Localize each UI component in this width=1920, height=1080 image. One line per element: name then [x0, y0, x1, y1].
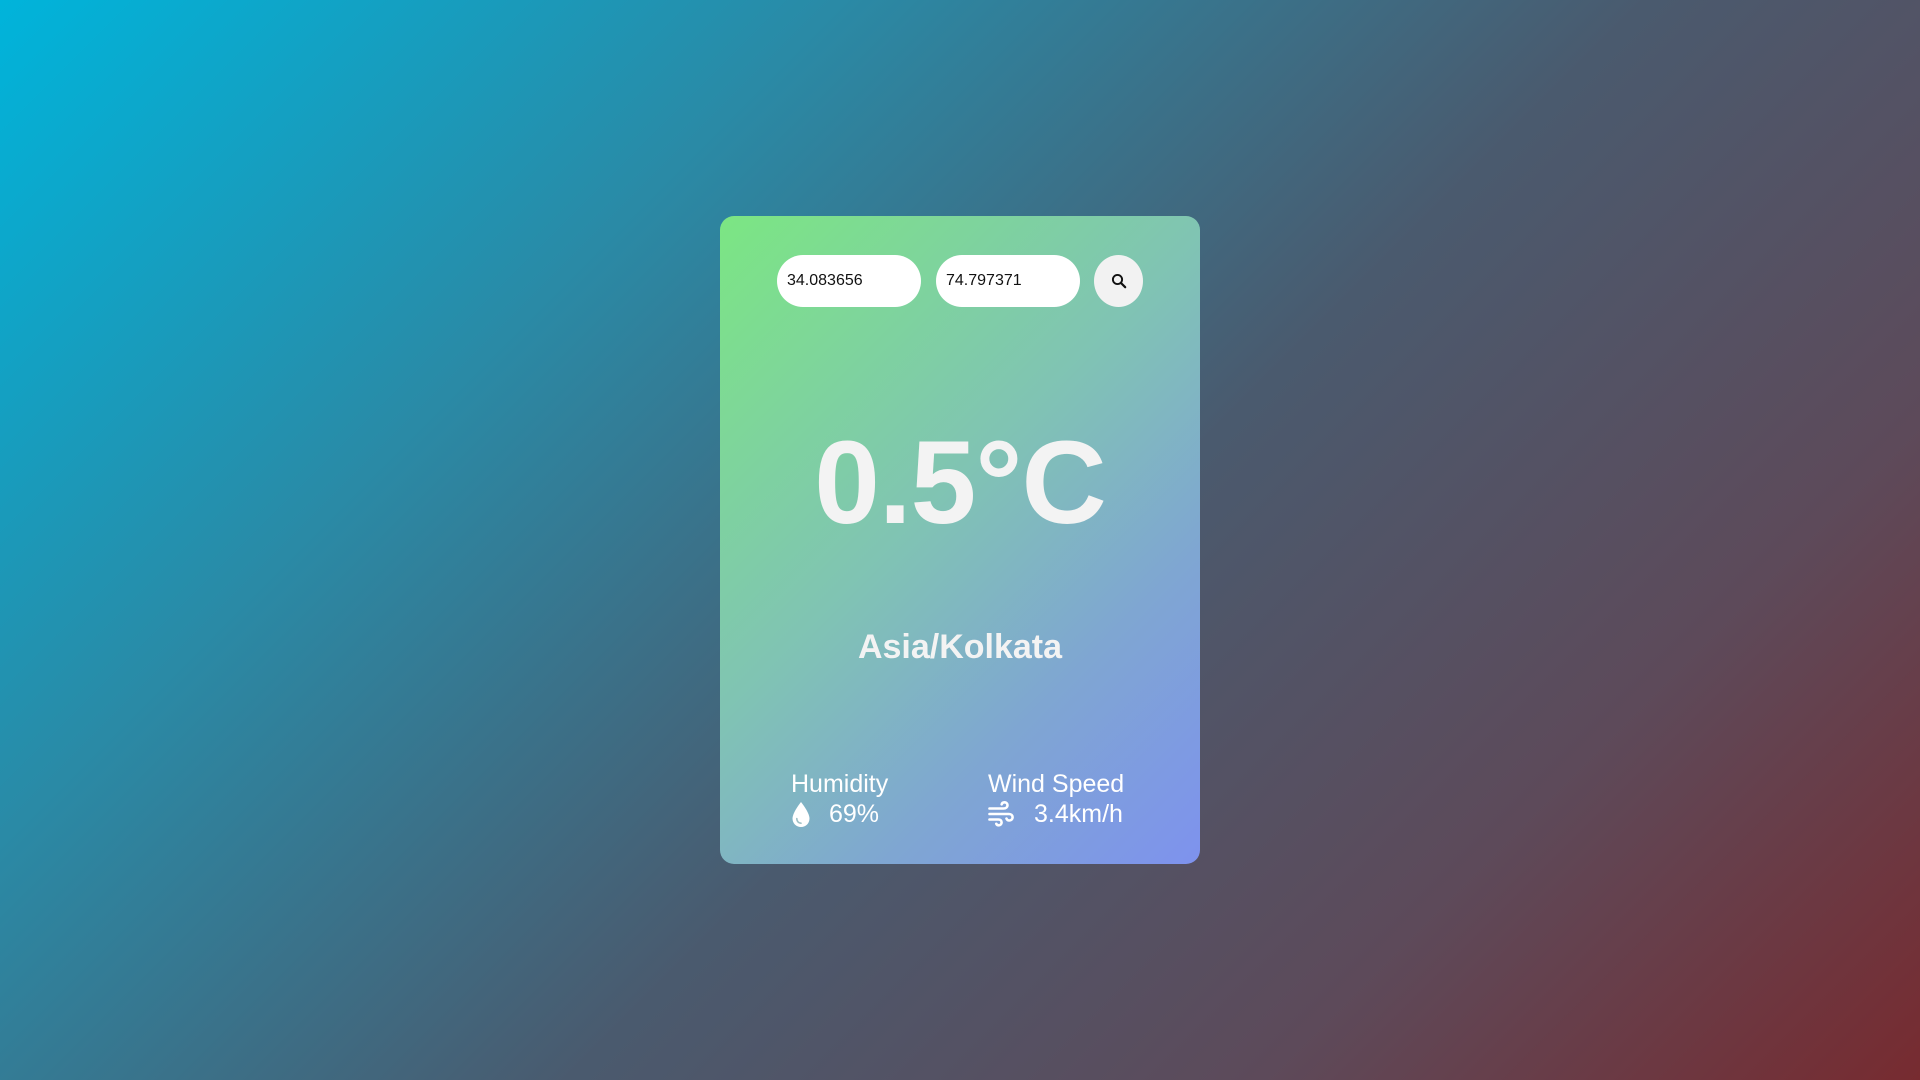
wind-speed-value: 3.4km/h: [1034, 800, 1123, 828]
longitude-input[interactable]: [936, 255, 1080, 307]
timezone-label: Asia/Kolkata: [857, 628, 1063, 666]
temperature-display: 0.5°C: [814, 417, 1106, 549]
search-icon: [1111, 273, 1127, 289]
humidity-label: Humidity: [791, 770, 889, 798]
search-bar: [777, 255, 1143, 307]
humidity-stat: Humidity 69%: [791, 769, 888, 829]
weather-card: 0.5°C Asia/Kolkata Humidity 69% Wind Spe…: [720, 216, 1200, 864]
wind-speed-label: Wind Speed: [988, 770, 1125, 798]
wind-speed-stat: Wind Speed 3.4km/h: [988, 769, 1124, 829]
search-button[interactable]: [1094, 255, 1143, 307]
latitude-input[interactable]: [777, 255, 921, 307]
wind-speed-value-row: 3.4km/h: [988, 799, 1124, 829]
humidity-value: 69%: [829, 800, 880, 828]
humidity-value-row: 69%: [791, 799, 888, 829]
wind-icon: [988, 801, 1014, 827]
water-drop-icon: [791, 800, 811, 828]
